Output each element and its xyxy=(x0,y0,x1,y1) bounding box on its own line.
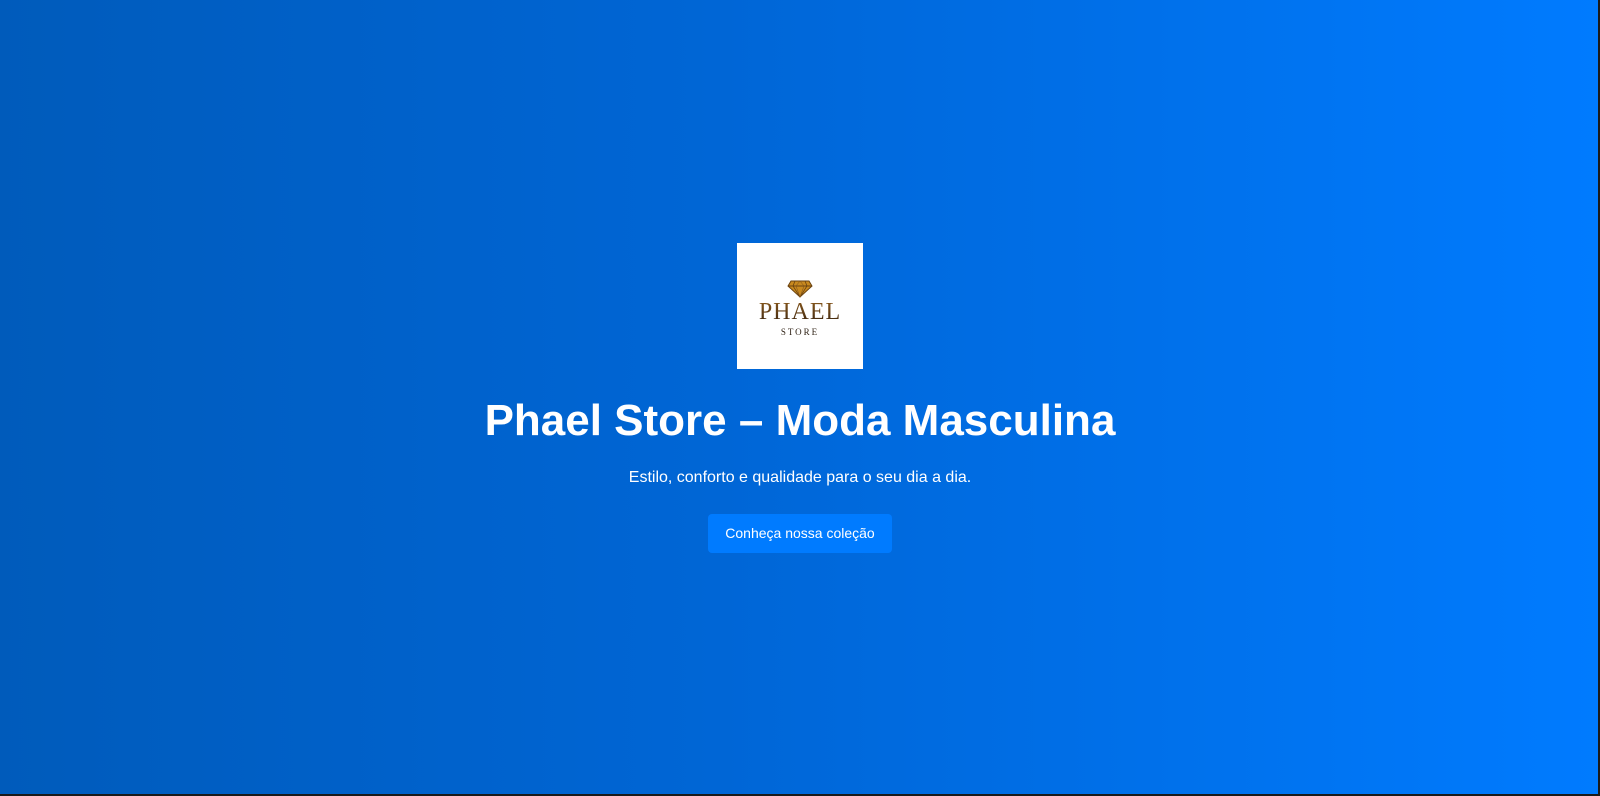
brand-logo: PHAEL STORE xyxy=(737,242,863,369)
logo-subtext: STORE xyxy=(780,327,820,338)
page-subtitle: Estilo, conforto e qualidade para o seu … xyxy=(628,468,972,486)
hero-section: PHAEL STORE Phael Store – Moda Masculina… xyxy=(0,0,1600,796)
page-title: Phael Store – Moda Masculina xyxy=(484,395,1116,445)
logo-wordmark: PHAEL xyxy=(758,299,842,326)
view-collection-button[interactable]: Conheça nossa coleção xyxy=(708,514,892,554)
diamond-icon xyxy=(787,280,813,299)
